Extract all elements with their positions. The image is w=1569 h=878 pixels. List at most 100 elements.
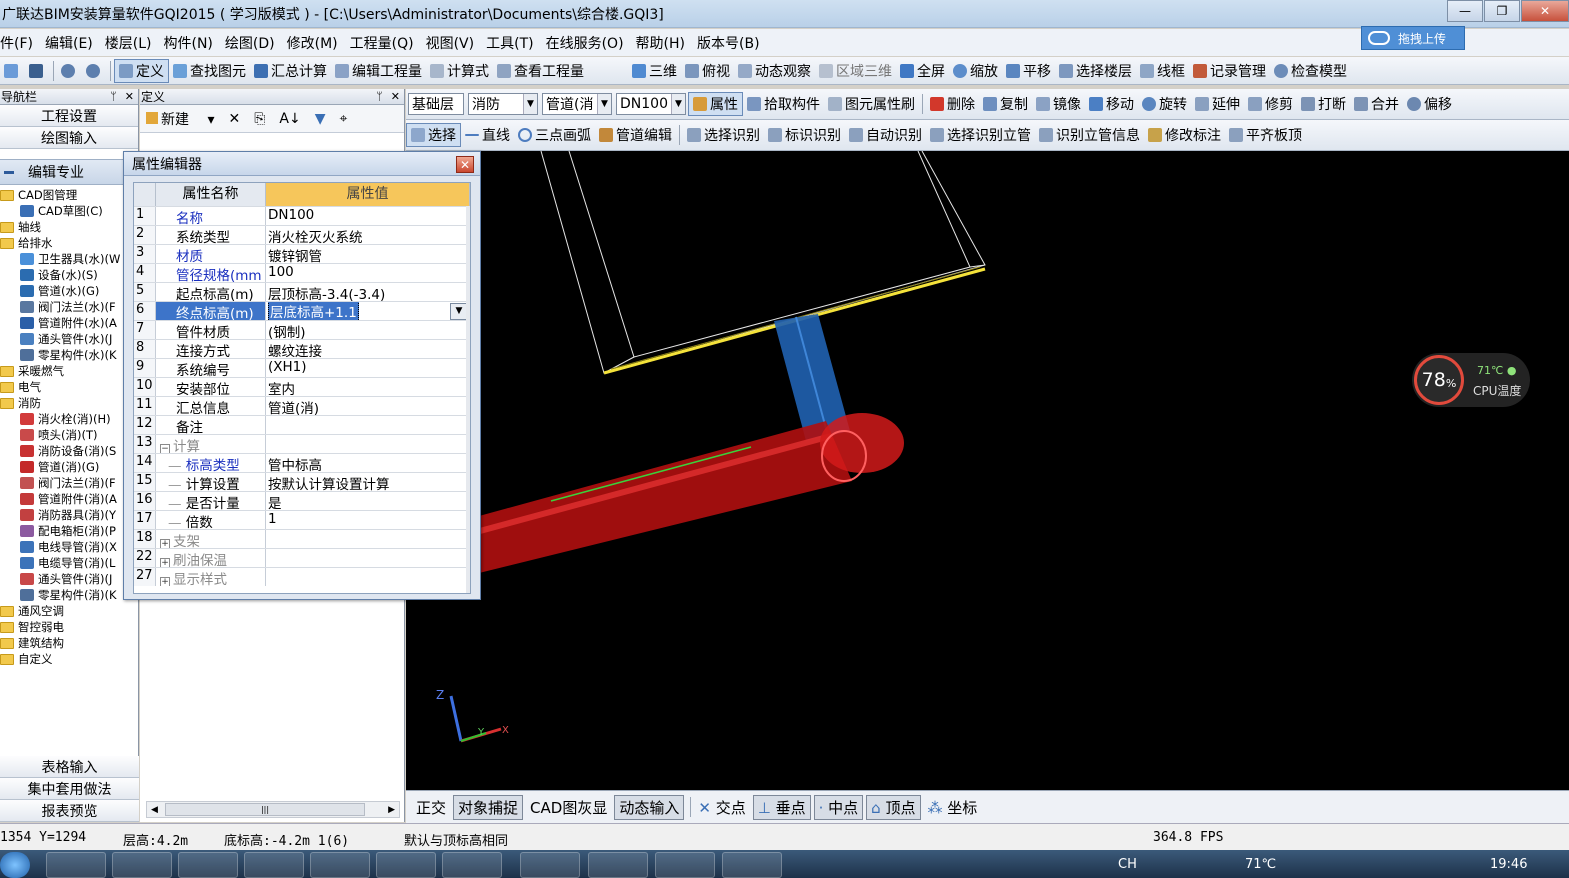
property-row[interactable]: 8 连接方式 螺纹连接 xyxy=(134,339,470,358)
property-value[interactable]: (钢制) xyxy=(266,321,470,339)
offset-button[interactable]: 偏移 xyxy=(1403,92,1456,116)
midpoint-snap[interactable]: · 中点 xyxy=(813,794,864,820)
taskbar-folder-icon[interactable] xyxy=(244,852,304,878)
tray-clock[interactable]: 19:46 xyxy=(1490,857,1527,872)
delete-component-button[interactable]: ✕ xyxy=(228,111,240,127)
merge-button[interactable]: 合并 xyxy=(1350,92,1403,116)
taskbar-app-icon[interactable] xyxy=(588,852,648,878)
property-row[interactable]: 27 + 显示样式 xyxy=(134,567,470,586)
top-view-button[interactable]: 俯视 xyxy=(681,59,734,83)
minimize-button[interactable]: — xyxy=(1447,0,1483,22)
view-3d-button[interactable]: 三维 xyxy=(628,59,681,83)
menu-quantity[interactable]: 工程量(Q) xyxy=(350,33,414,53)
tree-item[interactable]: 卫生器具(水)(W xyxy=(0,251,138,267)
move-button[interactable]: 移动 xyxy=(1085,92,1138,116)
coordinate-snap[interactable]: ⁂ 坐标 xyxy=(924,796,982,819)
tree-item[interactable]: 通头管件(水)(J xyxy=(0,331,138,347)
project-settings-button[interactable]: 工程设置 xyxy=(0,105,138,127)
check-model-button[interactable]: 检查模型 xyxy=(1270,59,1351,83)
property-value[interactable]: 按默认计算设置计算 xyxy=(266,473,470,491)
tree-item[interactable]: 喷头(消)(T) xyxy=(0,427,138,443)
trim-button[interactable]: 修剪 xyxy=(1244,92,1297,116)
tree-item[interactable]: 阀门法兰(消)(F xyxy=(0,475,138,491)
tree-folder[interactable]: 建筑结构 xyxy=(0,635,138,651)
close-button[interactable]: ✕ xyxy=(1521,0,1569,22)
maximize-button[interactable]: ❐ xyxy=(1484,0,1520,22)
cpu-monitor-widget[interactable]: 78% 71℃ ● CPU温度 xyxy=(1412,353,1530,407)
menu-component[interactable]: 构件(N) xyxy=(164,33,213,53)
tree-folder[interactable]: 自定义 xyxy=(0,651,138,667)
property-value[interactable]: 镀锌钢管 xyxy=(266,245,470,263)
pan-button[interactable]: 平移 xyxy=(1002,59,1055,83)
modify-mark-button[interactable]: 修改标注 xyxy=(1144,123,1225,147)
select-floor-button[interactable]: 选择楼层 xyxy=(1055,59,1136,83)
dynamic-orbit-button[interactable]: 动态观察 xyxy=(734,59,815,83)
tree-folder[interactable]: CAD图管理 xyxy=(0,187,138,203)
copy-button[interactable]: 复制 xyxy=(979,92,1032,116)
tree-item[interactable]: 管道(消)(G) xyxy=(0,459,138,475)
ime-indicator[interactable]: CH xyxy=(1118,857,1137,872)
taskbar-app-icon[interactable] xyxy=(520,852,580,878)
pick-component-button[interactable]: 拾取构件 xyxy=(743,92,824,116)
tree-item[interactable]: 电缆导管(消)(L xyxy=(0,555,138,571)
property-row[interactable]: 3 材质 镀锌钢管 xyxy=(134,244,470,263)
tree-folder[interactable]: 轴线 xyxy=(0,219,138,235)
tree-item[interactable]: 消火栓(消)(H) xyxy=(0,411,138,427)
edit-discipline-section[interactable]: 编辑专业 xyxy=(0,159,138,185)
record-manage-button[interactable]: 记录管理 xyxy=(1189,59,1270,83)
property-value[interactable]: 层顶标高-3.4(-3.4) xyxy=(266,283,470,301)
property-row[interactable]: 9 系统编号 (XH1) xyxy=(134,358,470,377)
tree-item[interactable]: CAD草图(C) xyxy=(0,203,138,219)
ortho-toggle[interactable]: 正交 xyxy=(412,796,450,819)
filter-button[interactable]: ▼ xyxy=(315,111,326,127)
pin-icon[interactable]: ᛘ xyxy=(376,90,383,103)
property-value[interactable]: 管道(消) xyxy=(266,397,470,415)
property-value[interactable]: (XH1) xyxy=(266,359,470,377)
menu-edit[interactable]: 编辑(E) xyxy=(45,33,93,53)
property-row[interactable]: 14— 标高类型 管中标高 xyxy=(134,453,470,472)
tree-item[interactable]: 零星构件(水)(K xyxy=(0,347,138,363)
save-icon[interactable] xyxy=(25,59,50,83)
tree-folder[interactable]: 消防 xyxy=(0,395,138,411)
summary-calc-button[interactable]: 汇总计算 xyxy=(250,59,331,83)
property-row[interactable]: 7 管件材质 (钢制) xyxy=(134,320,470,339)
tree-folder[interactable]: 智控弱电 xyxy=(0,619,138,635)
taskbar-app-icon[interactable] xyxy=(112,852,172,878)
floor-select[interactable]: 基础层 xyxy=(408,93,464,115)
scroll-right-icon[interactable]: ▶ xyxy=(388,805,395,815)
new-component-button[interactable]: 新建 ▾ xyxy=(146,109,214,129)
select-tool-button[interactable]: 选择 xyxy=(406,123,461,147)
property-value-input[interactable]: 层底标高+1.1 xyxy=(268,302,359,320)
close-icon[interactable]: ✕ xyxy=(391,90,400,103)
menu-view[interactable]: 视图(V) xyxy=(426,33,475,53)
extend-button[interactable]: 延伸 xyxy=(1191,92,1244,116)
property-row[interactable]: 22 + 刷油保温 xyxy=(134,548,470,567)
object-snap-toggle[interactable]: 对象捕捉 xyxy=(453,794,524,820)
taskbar-app-icon[interactable] xyxy=(722,852,782,878)
taskbar-app-icon[interactable] xyxy=(655,852,715,878)
menu-modify[interactable]: 修改(M) xyxy=(287,33,338,53)
dialog-close-button[interactable]: ✕ xyxy=(456,156,474,173)
system-select[interactable]: 消防 ▼ xyxy=(468,93,538,115)
property-row[interactable]: 12 备注 xyxy=(134,415,470,434)
property-row[interactable]: 5 起点标高(m) 层顶标高-3.4(-3.4) xyxy=(134,282,470,301)
tree-item[interactable]: 消防器具(消)(Y xyxy=(0,507,138,523)
region-3d-button[interactable]: 区域三维 xyxy=(815,59,896,83)
type-select[interactable]: 管道(消 ▼ xyxy=(542,93,612,115)
perpendicular-snap[interactable]: ⊥ 垂点 xyxy=(752,794,811,820)
property-row[interactable]: 11 汇总信息 管道(消) xyxy=(134,396,470,415)
vertex-snap[interactable]: ⌂ 顶点 xyxy=(866,794,921,820)
menu-tools[interactable]: 工具(T) xyxy=(486,33,533,53)
property-value[interactable] xyxy=(266,568,470,586)
expand-icon[interactable]: + xyxy=(160,558,170,567)
zoom-button[interactable]: 缩放 xyxy=(949,59,1002,83)
property-row[interactable]: 1 名称 DN100 xyxy=(134,206,470,225)
menu-online[interactable]: 在线服务(O) xyxy=(546,33,624,53)
close-icon[interactable]: ✕ xyxy=(125,90,134,103)
property-row[interactable]: 16— 是否计量是 xyxy=(134,491,470,510)
property-value[interactable]: 100 xyxy=(266,264,470,282)
draw-input-button[interactable]: 绘图输入 xyxy=(0,127,138,149)
define-button[interactable]: 定义 xyxy=(114,58,169,83)
pipe-edit-button[interactable]: 管道编辑 xyxy=(595,123,676,147)
select-identify-button[interactable]: 选择识别 xyxy=(683,123,764,147)
